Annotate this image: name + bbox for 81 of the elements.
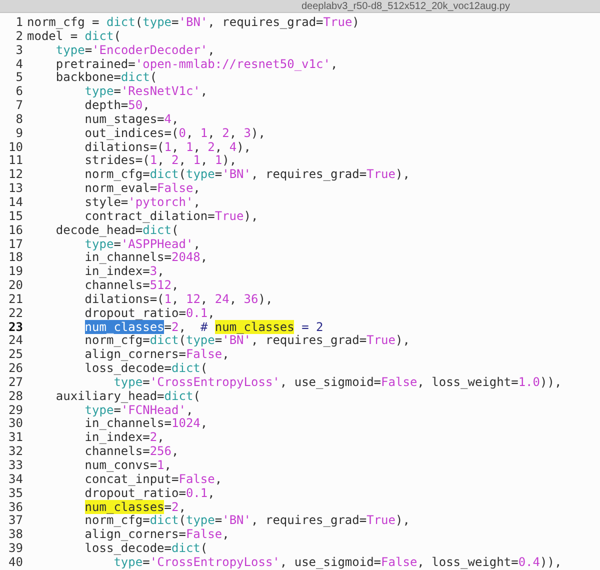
line-number: 11 — [8, 154, 24, 168]
code-line: in_channels=2048, — [84, 251, 208, 266]
code-line: num_classes=2, — [84, 500, 186, 514]
line-number: 30 — [8, 417, 24, 432]
code-line: type='CrossEntropyLoss', use_sigmoid=False, loss_weight=0.4)), — [114, 556, 562, 570]
line-number: 29 — [8, 404, 24, 418]
code-line: model = dict( — [27, 30, 121, 44]
window-title: deeplabv3_r50-d8_512x512_20k_voc12aug.py — [301, 0, 510, 12]
code-line: in_index=2, — [84, 431, 164, 446]
line-number: 17 — [8, 238, 24, 252]
line-number: 34 — [8, 472, 24, 487]
line-number: 2 — [14, 30, 24, 44]
line-number: 18 — [8, 251, 24, 266]
code-line: num_stages=4, — [84, 112, 179, 127]
line-number: 16 — [8, 224, 24, 238]
line-number: 21 — [8, 292, 24, 307]
code-line: loss_decode=dict( — [84, 362, 208, 376]
code-line: out_indices=(0, 1, 2, 3), — [84, 126, 266, 141]
line-number: 37 — [8, 514, 24, 528]
code-line: decode_head=dict( — [54, 224, 179, 238]
line-number: 39 — [8, 542, 24, 556]
line-number: 25 — [8, 348, 24, 362]
code-line: align_corners=False, — [84, 348, 230, 362]
line-number: 20 — [8, 279, 24, 293]
code-line: depth=50, — [84, 99, 150, 113]
line-number: 19 — [8, 265, 24, 280]
code-line: type='CrossEntropyLoss', use_sigmoid=False, loss_weight=1.0)), — [114, 376, 562, 390]
code-line: norm_eval=False, — [84, 182, 200, 196]
code-line: in_channels=1024, — [84, 417, 208, 432]
code-line: dropout_ratio=0.1, — [84, 486, 215, 501]
code-line: loss_decode=dict( — [84, 542, 208, 556]
line-number: 4 — [14, 58, 24, 72]
line-number: 33 — [8, 459, 24, 473]
line-number: 13 — [8, 182, 24, 196]
code-line: concat_input=False, — [84, 472, 222, 487]
code-line: dropout_ratio=0.1, — [84, 306, 215, 321]
line-number: 15 — [8, 210, 24, 224]
code-line: norm_cfg = dict(type='BN', requires_grad=True) — [27, 16, 360, 30]
line-number: 1 — [14, 16, 24, 30]
code-line: type='EncoderDecoder', — [54, 44, 215, 58]
code-line: num_convs=1, — [84, 459, 172, 473]
code-line: norm_cfg=dict(type='BN', requires_grad=True), — [84, 514, 410, 528]
code-line: auxiliary_head=dict( — [54, 390, 200, 404]
line-number: 8 — [14, 112, 24, 127]
code-line: channels=256, — [84, 445, 179, 459]
line-number: 36 — [8, 500, 24, 514]
line-number: 6 — [14, 85, 24, 100]
line-number: 9 — [14, 126, 24, 141]
code-line: align_corners=False, — [84, 528, 230, 542]
code-line: strides=(1, 2, 1, 1), — [84, 154, 237, 168]
code-line: dilations=(1, 12, 24, 36), — [84, 292, 273, 307]
line-number: 28 — [8, 390, 24, 404]
line-number: 27 — [8, 376, 24, 390]
code-line: norm_cfg=dict(type='BN', requires_grad=True), — [84, 168, 410, 182]
line-number: 35 — [8, 486, 24, 501]
code-line: contract_dilation=True), — [84, 210, 258, 224]
code-line: pretrained='open-mmlab://resnet50_v1c', — [54, 58, 338, 72]
line-number: 7 — [14, 99, 24, 113]
code-line: type='ResNetV1c', — [84, 85, 208, 100]
line-number: 38 — [8, 528, 24, 542]
code-line: num_classes=2, # num_classes = 2 — [84, 320, 324, 334]
line-number: 12 — [8, 168, 24, 182]
line-number: 24 — [8, 334, 24, 348]
code-line: dilations=(1, 1, 2, 4), — [84, 140, 252, 154]
line-number: 31 — [8, 431, 24, 446]
code-line: type='ASPPHead', — [84, 238, 200, 252]
code-line: style='pytorch', — [84, 196, 200, 210]
line-number: 23 — [8, 320, 24, 334]
line-number: 40 — [8, 556, 24, 570]
code-line: channels=512, — [84, 279, 179, 293]
line-number: 10 — [8, 140, 24, 154]
code-line: backbone=dict( — [54, 71, 158, 86]
code-line: in_index=3, — [84, 265, 164, 280]
line-number: 3 — [14, 44, 24, 58]
code-line: norm_cfg=dict(type='BN', requires_grad=True), — [84, 334, 410, 348]
line-number: 22 — [8, 306, 24, 321]
line-number: 32 — [8, 445, 24, 459]
line-number: 5 — [14, 71, 24, 86]
line-number: 26 — [8, 362, 24, 376]
line-number: 14 — [8, 196, 24, 210]
code-line: type='FCNHead', — [84, 404, 194, 418]
